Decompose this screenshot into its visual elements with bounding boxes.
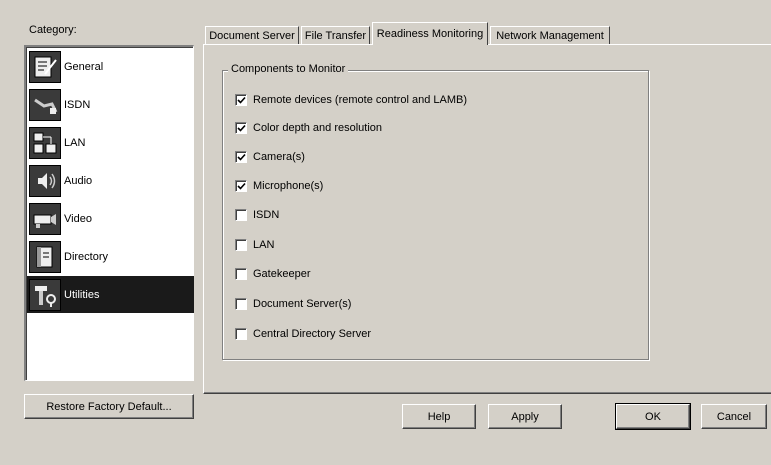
directory-icon	[29, 240, 61, 273]
category-label: Category:	[29, 24, 77, 36]
isdn-icon	[29, 88, 61, 121]
checkbox-box[interactable]	[235, 298, 247, 310]
tab-file-transfer[interactable]: File Transfer	[301, 26, 370, 44]
category-item-utilities[interactable]: Utilities	[27, 276, 194, 313]
tab-document-server[interactable]: Document Server	[205, 26, 299, 44]
checkbox-label: LAN	[253, 239, 275, 251]
category-item-general[interactable]: General	[27, 48, 194, 85]
category-item-directory[interactable]: Directory	[27, 238, 194, 275]
checkbox-box[interactable]	[235, 209, 247, 221]
category-item-label: Directory	[64, 250, 109, 263]
checkbox-label: Microphone(s)	[253, 180, 324, 192]
cancel-button[interactable]: Cancel	[701, 404, 767, 429]
checkbox-document-servers[interactable]: Document Server(s)	[235, 297, 351, 311]
checkbox-box[interactable]	[235, 151, 247, 163]
checkbox-label: Camera(s)	[253, 151, 305, 163]
checkbox-label: Color depth and resolution	[253, 122, 383, 134]
checkbox-isdn[interactable]: ISDN	[235, 208, 279, 222]
checkbox-box[interactable]	[235, 268, 247, 280]
category-list[interactable]: General ISDN LAN Audio Video Directory U…	[24, 45, 194, 381]
category-item-label: ISDN	[64, 98, 91, 111]
category-item-label: Utilities	[64, 288, 100, 301]
checkbox-box[interactable]	[235, 239, 247, 251]
checkbox-box[interactable]	[235, 328, 247, 340]
category-item-isdn[interactable]: ISDN	[27, 86, 194, 123]
checkbox-microphones[interactable]: Microphone(s)	[235, 179, 323, 193]
help-button[interactable]: Help	[402, 404, 476, 429]
category-item-lan[interactable]: LAN	[27, 124, 194, 161]
checkbox-label: Gatekeeper	[253, 268, 311, 280]
checkbox-label: Remote devices (remote control and LAMB)	[253, 94, 467, 106]
checkbox-cameras[interactable]: Camera(s)	[235, 150, 305, 164]
category-item-label: LAN	[64, 136, 86, 149]
category-item-audio[interactable]: Audio	[27, 162, 194, 199]
tab-readiness-monitoring[interactable]: Readiness Monitoring	[372, 22, 488, 45]
checkbox-box[interactable]	[235, 94, 247, 106]
checkbox-lan[interactable]: LAN	[235, 238, 274, 252]
checkbox-gatekeeper[interactable]: Gatekeeper	[235, 267, 310, 281]
checkbox-central-directory-server[interactable]: Central Directory Server	[235, 327, 371, 341]
checkbox-box[interactable]	[235, 122, 247, 134]
group-title: Components to Monitor	[228, 63, 349, 75]
category-item-video[interactable]: Video	[27, 200, 194, 237]
audio-icon	[29, 164, 61, 197]
checkbox-label: ISDN	[253, 209, 280, 221]
tab-network-management[interactable]: Network Management	[490, 26, 610, 44]
category-item-label: Video	[64, 212, 92, 225]
apply-button[interactable]: Apply	[488, 404, 562, 429]
restore-factory-default-button[interactable]: Restore Factory Default...	[24, 394, 194, 419]
utilities-icon	[29, 278, 61, 311]
ok-button[interactable]: OK	[615, 403, 691, 430]
checkbox-box[interactable]	[235, 180, 247, 192]
checkbox-label: Document Server(s)	[253, 298, 352, 310]
checkbox-label: Central Directory Server	[253, 328, 371, 340]
checkbox-remote-devices[interactable]: Remote devices (remote control and LAMB)	[235, 93, 467, 107]
lan-icon	[29, 126, 61, 159]
general-icon	[29, 50, 61, 83]
video-icon	[29, 202, 61, 235]
checkbox-color-depth[interactable]: Color depth and resolution	[235, 121, 382, 135]
category-item-label: General	[64, 60, 104, 73]
category-item-label: Audio	[64, 174, 93, 187]
components-group-box	[222, 70, 649, 360]
